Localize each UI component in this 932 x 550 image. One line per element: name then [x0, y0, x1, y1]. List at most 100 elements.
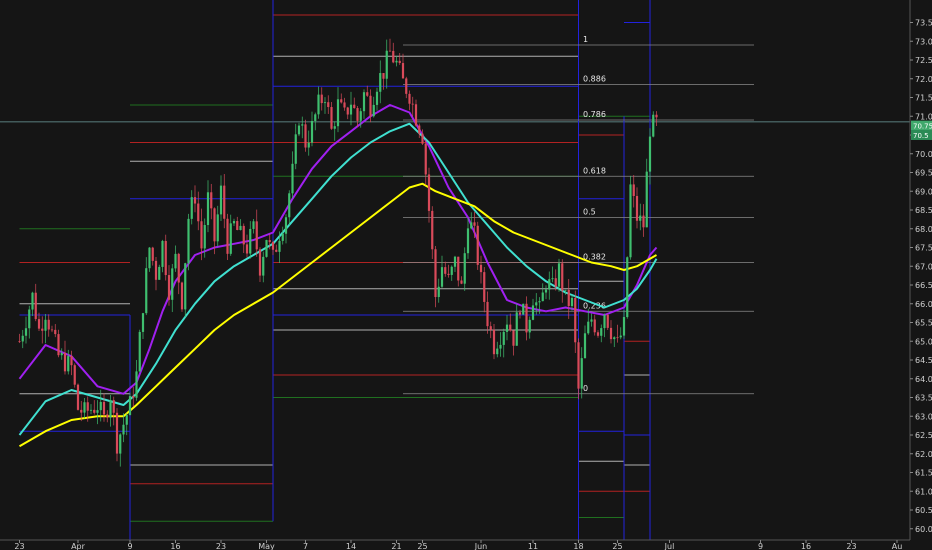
time-tick-label: 16	[801, 542, 811, 550]
last-price-label: 70.75	[913, 123, 932, 131]
candle-body	[479, 264, 483, 273]
candle-body	[639, 215, 642, 221]
candle-body	[473, 222, 476, 226]
candle-body	[622, 317, 626, 336]
candle-body	[431, 210, 434, 250]
candle-body	[450, 266, 453, 275]
candle-body	[447, 273, 450, 275]
candle-body	[167, 275, 171, 300]
candle-body	[310, 120, 314, 143]
candle-body	[37, 319, 41, 329]
price-tick-label: 73.00	[915, 37, 932, 46]
price-tick-label: 62.50	[915, 431, 932, 440]
candle-body	[395, 60, 398, 63]
candle-body	[463, 253, 466, 284]
time-tick-label: 25	[612, 542, 622, 550]
candle-body	[496, 348, 499, 355]
candle-body	[47, 319, 50, 330]
candle-body	[382, 73, 385, 79]
fib-level-label: 0.5	[583, 208, 596, 217]
candle-body	[405, 78, 408, 94]
candle-body	[401, 63, 405, 79]
time-tick-label: Jun	[474, 542, 488, 550]
candle-body	[444, 267, 447, 274]
candle-body	[346, 107, 349, 115]
candle-body	[466, 228, 470, 254]
candle-body	[200, 221, 203, 249]
candle-body	[567, 289, 570, 307]
candle-body	[509, 324, 512, 331]
candle-body	[297, 125, 301, 135]
candle-body	[470, 222, 473, 229]
candle-body	[229, 223, 232, 254]
candle-body	[333, 126, 336, 129]
candle-body	[502, 331, 505, 345]
time-tick-label: Au	[892, 542, 903, 550]
candle-body	[613, 337, 616, 340]
candle-body	[151, 247, 154, 261]
candle-body	[275, 249, 278, 252]
candle-body	[34, 292, 37, 320]
candle-body	[408, 93, 411, 104]
candle-body	[210, 192, 213, 209]
price-tick-label: 64.00	[915, 375, 932, 384]
candle-body	[642, 215, 645, 228]
candle-body	[132, 396, 135, 398]
candle-body	[281, 233, 284, 241]
candle-body	[291, 163, 294, 194]
candle-body	[70, 356, 73, 366]
price-tick-label: 67.00	[915, 262, 932, 271]
price-tick-label: 71.00	[915, 112, 932, 121]
candle-body	[505, 324, 509, 332]
candle-body	[112, 400, 115, 413]
fib-level-label: 0.618	[583, 166, 606, 175]
candle-body	[99, 401, 102, 411]
time-tick-label: 7	[303, 542, 308, 550]
candle-body	[645, 171, 648, 228]
candle-body	[372, 104, 375, 117]
candle-body	[67, 356, 70, 372]
candle-body	[385, 50, 388, 79]
candle-body	[161, 240, 164, 267]
candle-body	[177, 253, 180, 283]
time-tick-label: May	[258, 542, 275, 550]
candle-body	[353, 104, 356, 109]
candle-body	[564, 289, 567, 291]
candle-body	[593, 319, 596, 333]
candle-body	[398, 60, 401, 64]
candle-body	[606, 314, 609, 328]
candle-body	[561, 263, 564, 291]
candle-body	[648, 136, 652, 172]
candle-body	[619, 335, 622, 338]
candle-body	[119, 434, 122, 454]
candlestick-layer	[18, 38, 658, 467]
candle-body	[63, 352, 67, 372]
candle-body	[44, 319, 47, 331]
chart-svg: 10.8860.7860.6180.50.3820.2360 60.0060.5…	[0, 0, 932, 550]
candle-body	[362, 92, 366, 112]
candle-body	[535, 302, 538, 306]
price-tick-label: 70.00	[915, 150, 932, 159]
candle-body	[343, 102, 346, 108]
candle-body	[31, 292, 34, 310]
candle-body	[294, 134, 297, 164]
candle-body	[109, 400, 112, 418]
candle-body	[242, 225, 245, 245]
fib-level-label: 0.786	[583, 110, 606, 119]
time-tick-label: 25	[417, 542, 427, 550]
candle-body	[457, 256, 460, 281]
price-tick-label: 63.00	[915, 412, 932, 421]
price-tick-label: 66.50	[915, 281, 932, 290]
candle-body	[226, 218, 229, 254]
price-tick-label: 60.00	[915, 525, 932, 534]
time-tick-label: Apr	[71, 542, 86, 550]
time-tick-label: 18	[573, 542, 583, 550]
price-tick-label: 66.00	[915, 300, 932, 309]
candle-body	[548, 279, 551, 290]
price-tick-label: 71.50	[915, 94, 932, 103]
moving-average-layer	[18, 104, 658, 448]
candle-body	[154, 260, 158, 280]
candle-body	[424, 143, 427, 175]
candle-body	[356, 108, 359, 121]
candle-body	[522, 303, 525, 315]
